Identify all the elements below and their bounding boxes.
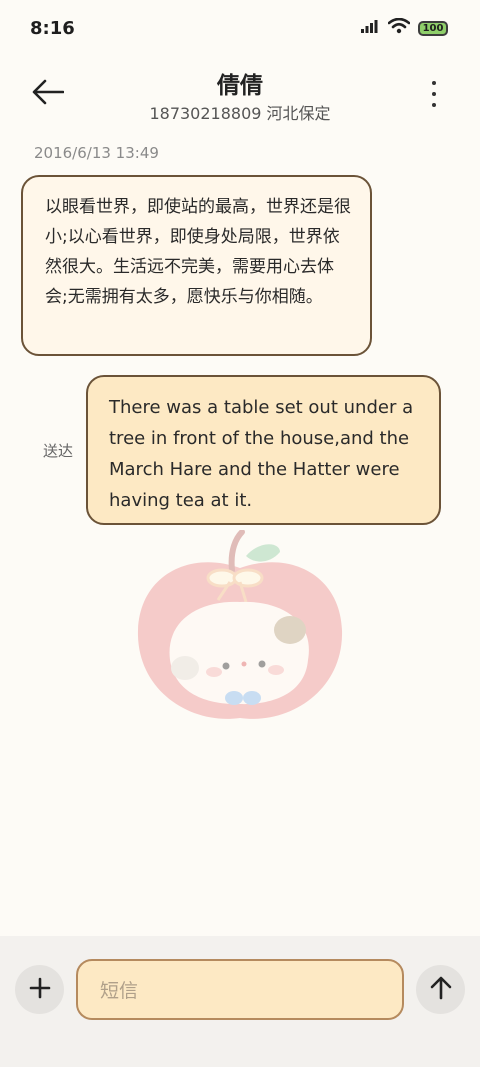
outgoing-message-bubble[interactable]: There was a table set out under a tree i… — [86, 375, 441, 525]
battery-icon: 100 — [418, 20, 448, 36]
apple-bunny-sticker-image — [137, 530, 343, 719]
status-bar: 8:16 100 — [0, 0, 480, 62]
composer-bar: 短信 — [0, 936, 480, 1067]
wifi-icon — [387, 17, 411, 38]
more-options-button[interactable] — [422, 78, 446, 110]
network-signal-icon — [360, 19, 380, 38]
message-timestamp: 2016/6/13 13:49 — [34, 144, 159, 162]
contact-phone-location: 18730218809 河北保定 — [149, 104, 331, 123]
conversation-header: 倩倩 18730218809 河北保定 — [0, 62, 480, 132]
contact-name: 倩倩 — [217, 73, 263, 99]
status-time: 8:16 — [30, 17, 75, 39]
message-input[interactable]: 短信 — [76, 959, 404, 1020]
status-icons: 100 — [360, 17, 448, 38]
plus-icon — [29, 977, 51, 1003]
incoming-message-bubble[interactable]: 以眼看世界，即使站的最高，世界还是很小;以心看世界，即使身处局限，世界依然很大。… — [21, 175, 372, 356]
more-vertical-icon — [432, 81, 436, 85]
send-button[interactable] — [416, 965, 465, 1014]
add-attachment-button[interactable] — [15, 965, 64, 1014]
send-arrow-icon — [430, 976, 452, 1004]
delivery-status: 送达 — [43, 442, 74, 460]
